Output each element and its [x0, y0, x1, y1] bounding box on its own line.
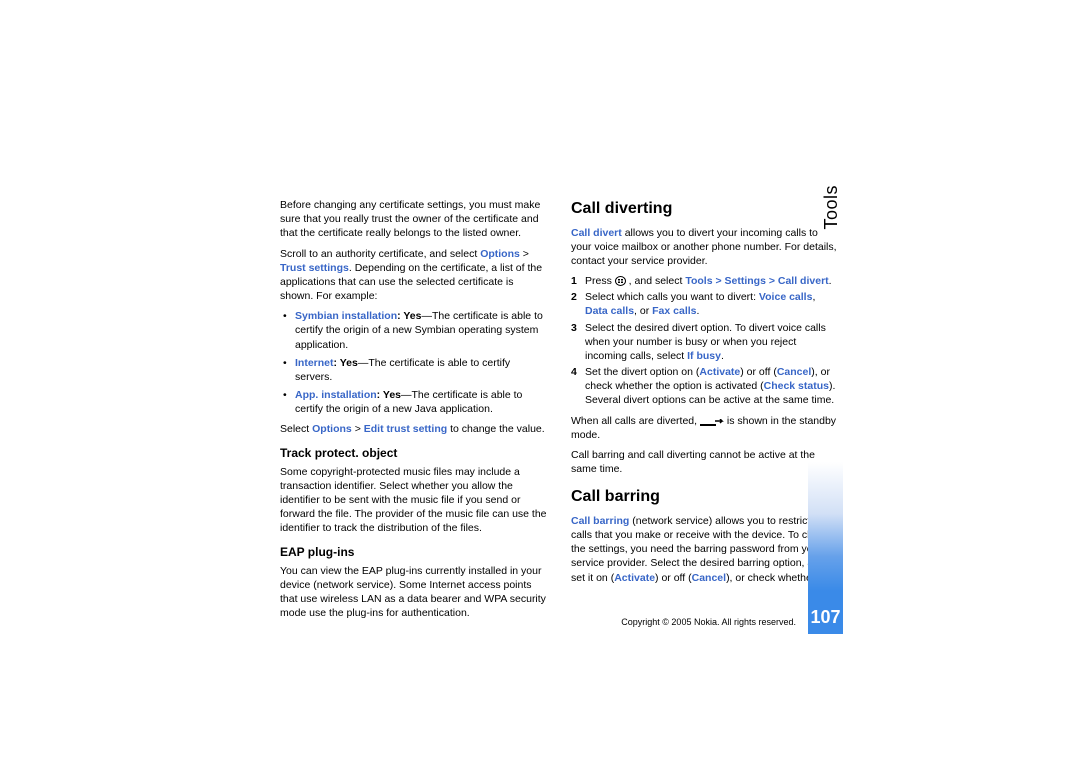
bullet-list: • Symbian installation: Yes—The certific…: [283, 309, 549, 416]
page-number: 107: [810, 607, 840, 628]
paragraph: When all calls are diverted, is shown in…: [571, 414, 840, 442]
call-divert-link: Call divert: [571, 227, 622, 239]
divert-indicator-icon: [700, 417, 724, 425]
list-item: 2 Select which calls you want to divert:…: [571, 290, 840, 318]
options-link: Options: [480, 248, 520, 260]
list-item: 4 Set the divert option on (Activate) or…: [571, 365, 840, 408]
page-number-tab: 107: [808, 462, 843, 634]
step-number: 1: [571, 274, 585, 288]
cancel-link: Cancel: [692, 572, 726, 584]
paragraph: Before changing any certificate settings…: [280, 198, 549, 241]
app-install-link: App. installation: [295, 389, 377, 401]
paragraph: You can view the EAP plug-ins currently …: [280, 564, 549, 621]
internet-link: Internet: [295, 357, 334, 369]
paragraph: Call divert allows you to divert your in…: [571, 226, 840, 269]
cancel-link: Cancel: [777, 366, 811, 378]
step-number: 2: [571, 290, 585, 318]
list-item: 3 Select the desired divert option. To d…: [571, 321, 840, 364]
trust-settings-link: Trust settings: [280, 262, 349, 274]
section-heading: Call barring: [571, 486, 840, 508]
voice-calls-link: Voice calls: [759, 291, 813, 303]
step-number: 4: [571, 365, 585, 408]
list-item: 1 Press , and select Tools > Settings > …: [571, 274, 840, 288]
paragraph: Call barring and call diverting cannot b…: [571, 448, 840, 476]
paragraph: Select Options > Edit trust setting to c…: [280, 422, 549, 436]
numbered-list: 1 Press , and select Tools > Settings > …: [571, 274, 840, 408]
list-item: • Internet: Yes—The certificate is able …: [283, 356, 549, 384]
side-section-label: Tools: [821, 185, 842, 230]
activate-link: Activate: [699, 366, 740, 378]
paragraph: Some copyright-protected music files may…: [280, 465, 549, 536]
paragraph: Call barring (network service) allows yo…: [571, 514, 840, 585]
if-busy-link: If busy: [687, 350, 721, 362]
fax-calls-link: Fax calls: [652, 305, 696, 317]
paragraph: Scroll to an authority certificate, and …: [280, 247, 549, 304]
copyright-line: Copyright © 2005 Nokia. All rights reser…: [621, 617, 796, 627]
data-calls-link: Data calls: [585, 305, 634, 317]
activate-link: Activate: [614, 572, 655, 584]
bullet-dot-icon: •: [283, 356, 295, 384]
bullet-dot-icon: •: [283, 309, 295, 352]
left-column: Before changing any certificate settings…: [280, 198, 549, 627]
right-column: Call diverting Call divert allows you to…: [571, 198, 840, 627]
edit-trust-link: Edit trust setting: [364, 423, 447, 435]
section-heading: Call diverting: [571, 198, 840, 220]
check-status-link: Check status: [764, 380, 829, 392]
subsection-heading: Track protect. object: [280, 445, 549, 461]
subsection-heading: EAP plug-ins: [280, 544, 549, 560]
list-item: • Symbian installation: Yes—The certific…: [283, 309, 549, 352]
menu-key-icon: [615, 276, 626, 286]
symbian-install-link: Symbian installation: [295, 310, 397, 322]
options-link: Options: [312, 423, 352, 435]
call-barring-link: Call barring: [571, 515, 629, 527]
list-item: • App. installation: Yes—The certificate…: [283, 388, 549, 416]
tools-path-link: Tools > Settings > Call divert: [685, 275, 828, 287]
page-content: Before changing any certificate settings…: [0, 0, 1080, 627]
step-number: 3: [571, 321, 585, 364]
bullet-dot-icon: •: [283, 388, 295, 416]
